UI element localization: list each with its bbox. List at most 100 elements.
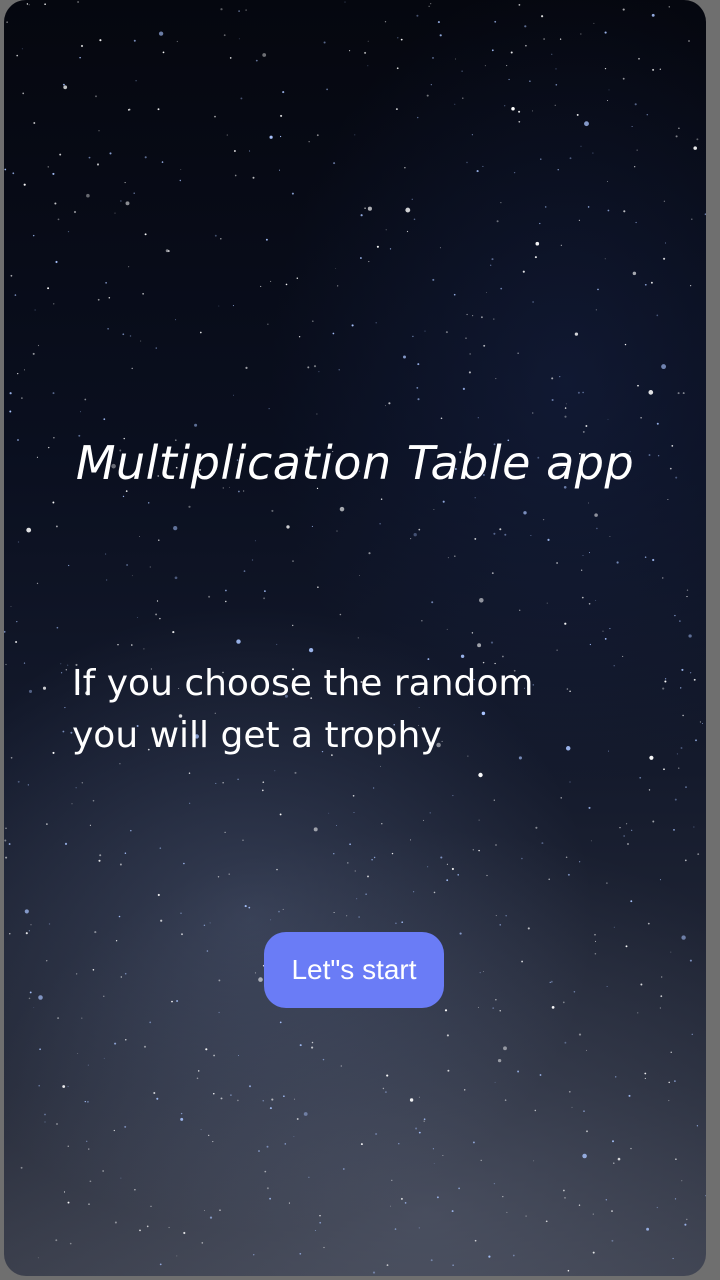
star bbox=[38, 995, 43, 1000]
star bbox=[125, 1039, 127, 1041]
star bbox=[32, 234, 35, 237]
star bbox=[494, 20, 497, 23]
star bbox=[461, 70, 463, 72]
star bbox=[437, 21, 440, 24]
star bbox=[430, 1259, 433, 1262]
star bbox=[26, 527, 32, 533]
star bbox=[131, 575, 133, 577]
star bbox=[563, 1189, 565, 1192]
star bbox=[682, 392, 685, 395]
star bbox=[159, 847, 162, 849]
star bbox=[524, 25, 527, 28]
star bbox=[471, 134, 473, 136]
star bbox=[245, 366, 248, 369]
star bbox=[234, 174, 237, 177]
star bbox=[260, 285, 262, 287]
star bbox=[659, 1007, 662, 1009]
star bbox=[673, 829, 675, 831]
star bbox=[119, 762, 121, 765]
star bbox=[522, 270, 525, 273]
star bbox=[454, 555, 456, 557]
star bbox=[181, 933, 183, 936]
star bbox=[38, 1084, 41, 1087]
star bbox=[560, 244, 562, 246]
star bbox=[663, 768, 665, 771]
star bbox=[593, 22, 595, 24]
star bbox=[631, 829, 633, 831]
star bbox=[493, 799, 495, 801]
star bbox=[430, 3, 432, 5]
star bbox=[562, 1001, 565, 1004]
star bbox=[130, 829, 132, 832]
star bbox=[21, 48, 23, 50]
star bbox=[527, 927, 530, 930]
star bbox=[656, 314, 659, 317]
star bbox=[486, 874, 488, 877]
star bbox=[264, 590, 266, 592]
star bbox=[55, 1239, 58, 1242]
star bbox=[102, 1170, 104, 1172]
star bbox=[180, 912, 182, 914]
star bbox=[446, 628, 448, 630]
star bbox=[588, 552, 591, 554]
star bbox=[630, 900, 633, 903]
star bbox=[55, 525, 58, 528]
star bbox=[569, 781, 571, 783]
star bbox=[534, 256, 537, 259]
star bbox=[25, 932, 28, 935]
star bbox=[410, 839, 412, 841]
star bbox=[573, 990, 576, 993]
star bbox=[695, 739, 697, 742]
star bbox=[389, 248, 392, 250]
star bbox=[627, 843, 629, 845]
star bbox=[282, 908, 284, 910]
star bbox=[242, 839, 244, 841]
star bbox=[23, 183, 26, 186]
star bbox=[270, 280, 272, 282]
star bbox=[274, 770, 276, 772]
star bbox=[638, 57, 640, 60]
star bbox=[122, 495, 125, 498]
star bbox=[168, 1226, 170, 1229]
star bbox=[24, 909, 29, 914]
start-button[interactable]: Let"s start bbox=[264, 932, 444, 1008]
star bbox=[131, 644, 133, 646]
star bbox=[397, 37, 399, 39]
star bbox=[176, 1255, 178, 1257]
star bbox=[46, 960, 48, 962]
star bbox=[160, 919, 163, 922]
star bbox=[468, 371, 471, 374]
star bbox=[280, 114, 283, 117]
star bbox=[4, 839, 7, 842]
star bbox=[609, 628, 611, 630]
star bbox=[659, 68, 661, 70]
star bbox=[684, 859, 687, 862]
star bbox=[592, 1251, 595, 1254]
star bbox=[127, 109, 130, 111]
star bbox=[469, 353, 471, 355]
star bbox=[678, 767, 680, 769]
star bbox=[474, 1239, 477, 1242]
star bbox=[339, 506, 345, 512]
star bbox=[504, 105, 506, 107]
star bbox=[368, 552, 371, 555]
star bbox=[237, 778, 239, 781]
star bbox=[23, 369, 26, 371]
star bbox=[436, 1196, 439, 1199]
star bbox=[368, 261, 370, 263]
star bbox=[483, 344, 486, 347]
device-frame: Multiplication Table app If you choose t… bbox=[0, 0, 720, 1280]
star bbox=[64, 707, 66, 709]
star bbox=[423, 1120, 425, 1122]
star bbox=[220, 8, 223, 11]
star bbox=[592, 152, 594, 154]
star bbox=[76, 973, 78, 975]
star bbox=[319, 1221, 322, 1224]
star bbox=[447, 1069, 450, 1072]
star bbox=[268, 408, 270, 410]
star bbox=[118, 915, 121, 918]
star bbox=[27, 784, 29, 786]
star bbox=[280, 135, 282, 138]
star bbox=[422, 819, 425, 821]
star bbox=[668, 6, 671, 8]
